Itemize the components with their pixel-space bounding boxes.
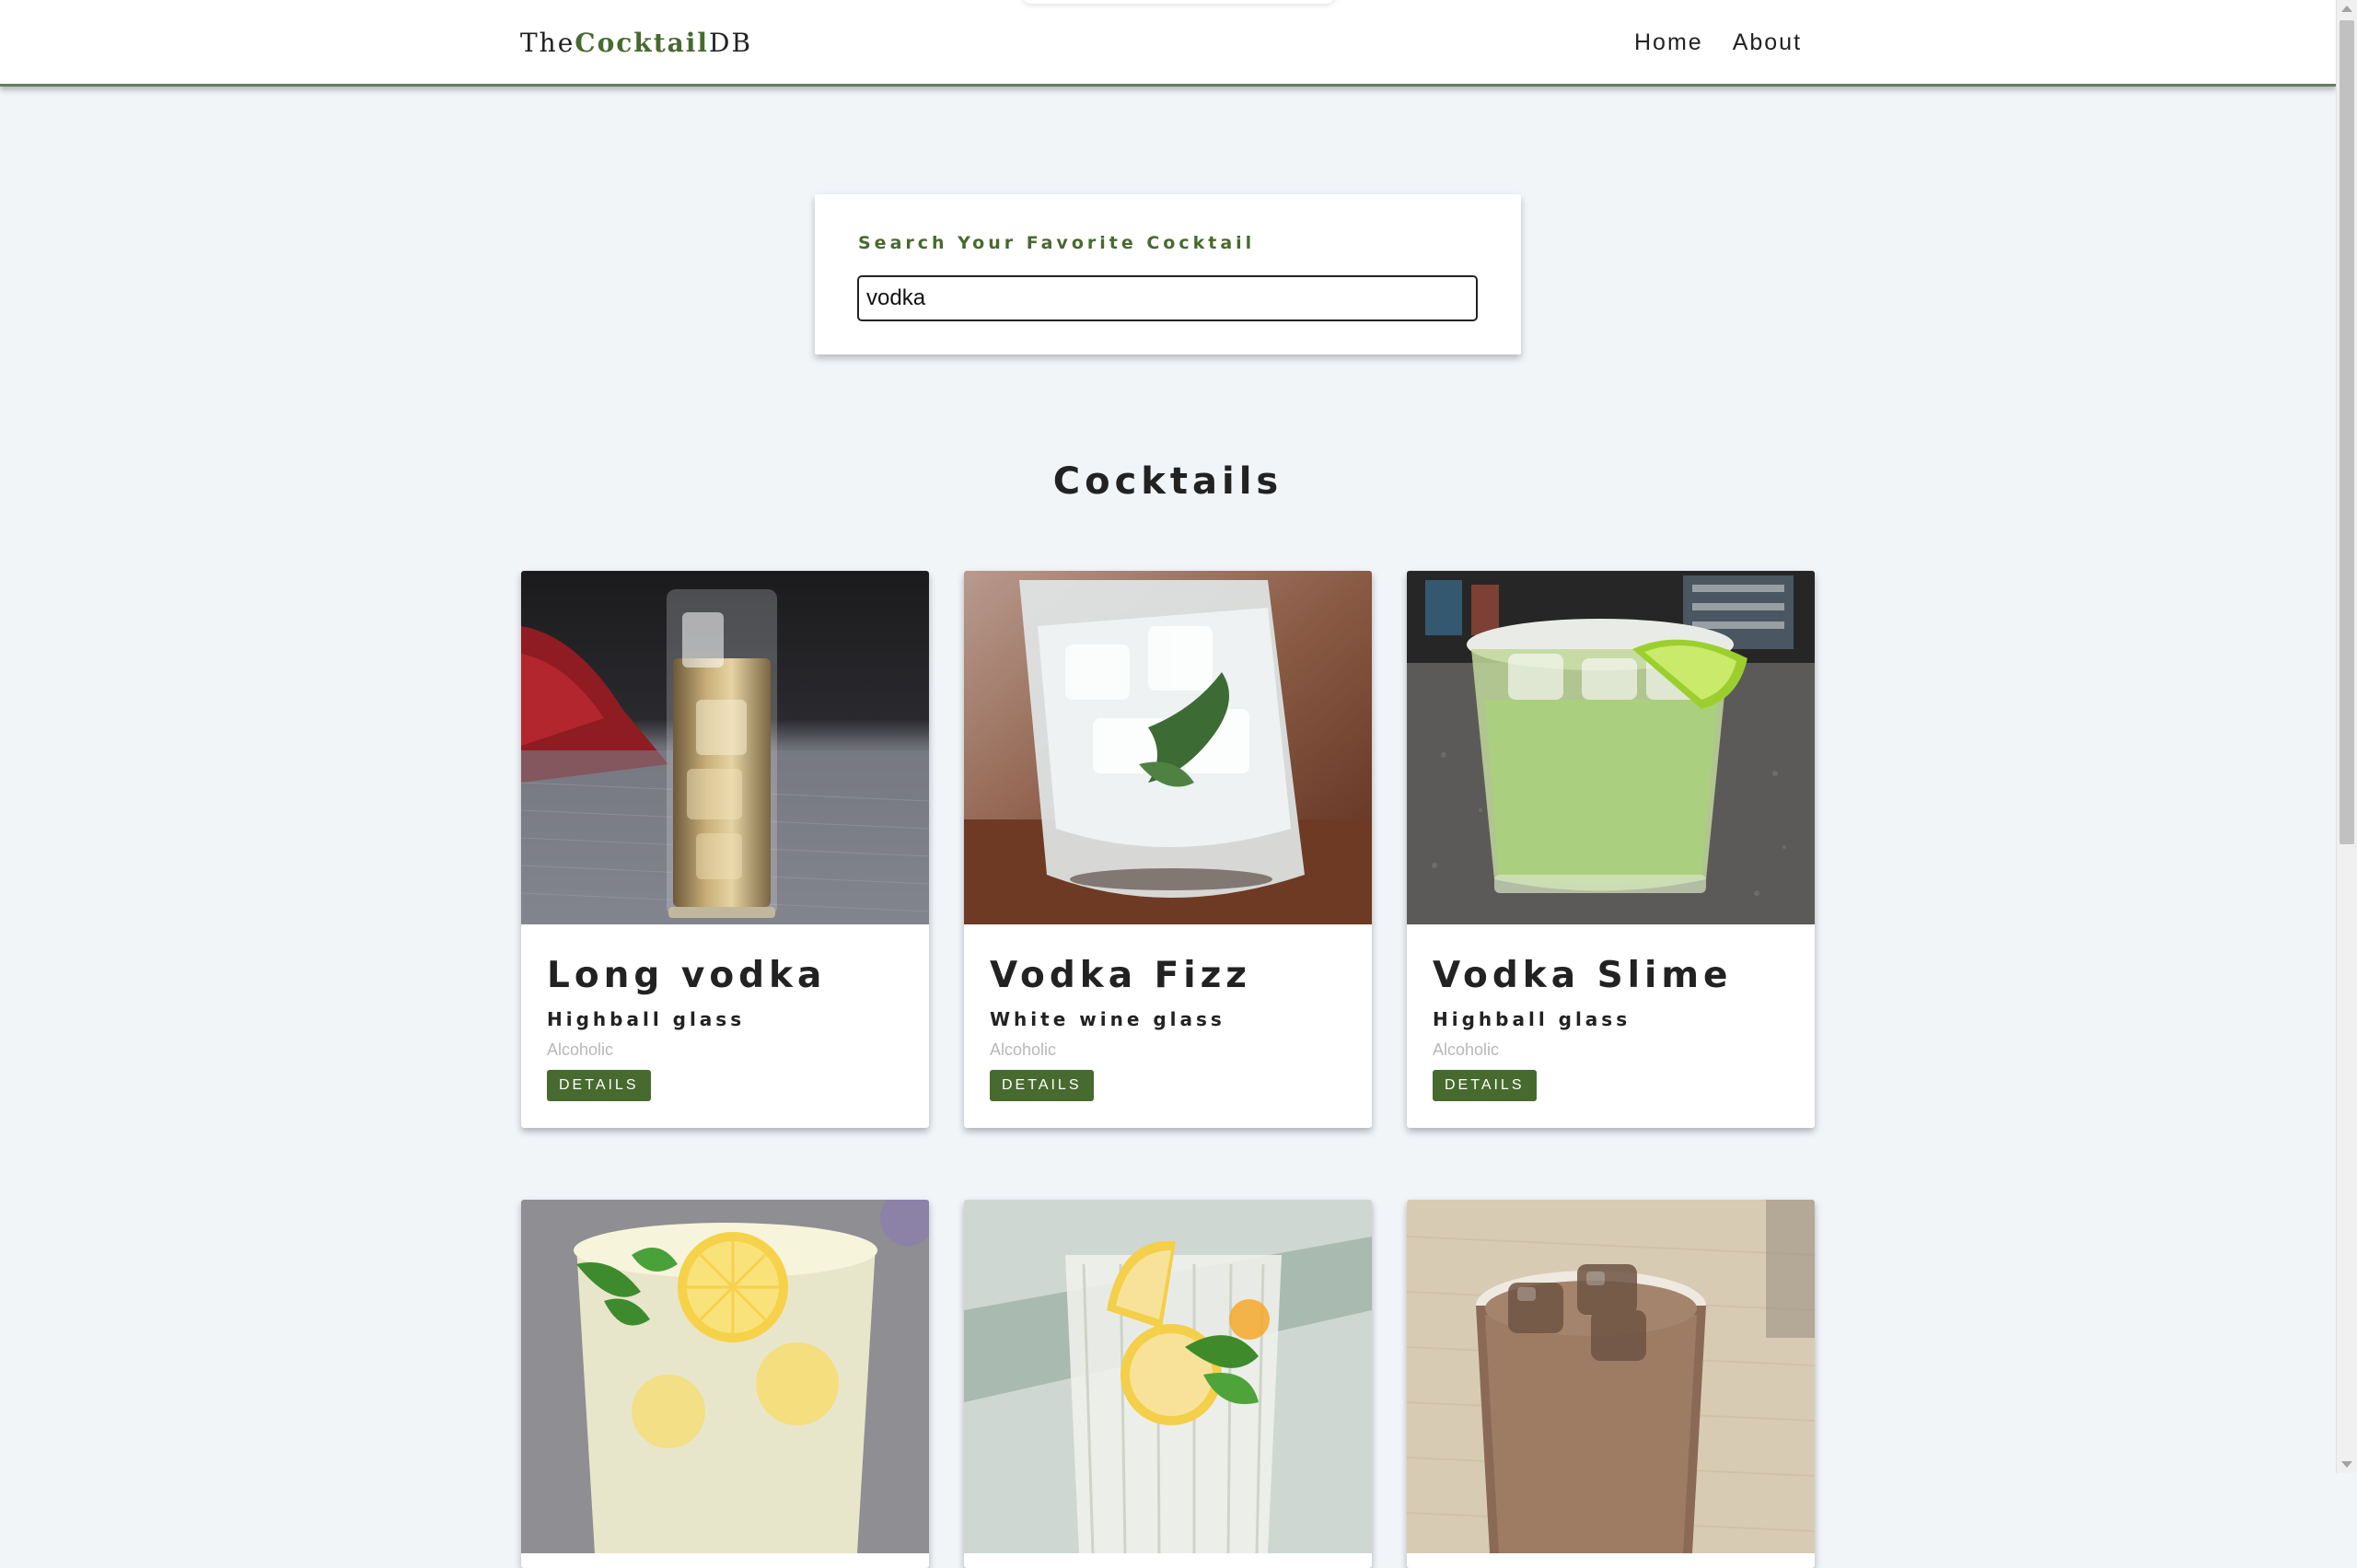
section-title: Cocktails	[1052, 460, 1283, 503]
cocktail-image-vodka-slime	[1407, 571, 1815, 924]
scroll-thumb[interactable]	[2340, 20, 2354, 844]
vertical-scrollbar[interactable]	[2336, 0, 2357, 1473]
search-form: Search Your Favorite Cocktail	[815, 194, 1521, 354]
details-button[interactable]: DETAILS	[547, 1070, 651, 1101]
cocktail-image-long-vodka	[521, 571, 929, 924]
cocktail-image-lemon-drink	[521, 1200, 929, 1553]
cocktail-image-creamy-drink	[1407, 1200, 1815, 1553]
cocktail-alcoholic: Alcoholic	[1433, 1040, 1500, 1059]
nav-link-home[interactable]: Home	[1634, 29, 1703, 56]
logo-suffix: DB	[709, 28, 753, 58]
cocktail-card	[964, 1200, 1372, 1568]
details-button[interactable]: DETAILS	[990, 1070, 1094, 1101]
cocktail-glass: Highball glass	[547, 1008, 746, 1030]
cocktail-glass: Highball glass	[1433, 1008, 1631, 1030]
nav-link-about[interactable]: About	[1733, 29, 1802, 56]
cocktail-image-mojito-style	[964, 1200, 1372, 1553]
scroll-down-icon[interactable]	[2341, 1461, 2352, 1468]
card-footer: Long vodka Highball glass Alcoholic DETA…	[521, 924, 929, 1128]
card-footer: Vodka Slime Highball glass Alcoholic DET…	[1407, 924, 1815, 1128]
cocktail-name: Vodka Slime	[1433, 955, 1733, 996]
scroll-up-icon[interactable]	[2341, 6, 2352, 12]
search-input[interactable]	[857, 275, 1478, 321]
cocktail-glass: White wine glass	[990, 1008, 1225, 1030]
cocktail-name: Long vodka	[547, 955, 827, 996]
nav-notch	[1022, 0, 1335, 4]
cocktail-card	[1407, 1200, 1815, 1568]
cocktail-name: Vodka Fizz	[990, 955, 1251, 996]
navbar: TheCocktailDB Home About	[0, 0, 2336, 87]
logo-prefix: The	[520, 28, 575, 58]
details-button[interactable]: DETAILS	[1433, 1070, 1537, 1101]
search-label: Search Your Favorite Cocktail	[858, 233, 1256, 253]
cocktail-alcoholic: Alcoholic	[547, 1040, 614, 1059]
logo-accent: Cocktail	[575, 28, 710, 58]
cocktail-card: Vodka Slime Highball glass Alcoholic DET…	[1407, 571, 1815, 1128]
nav-links: Home About	[1634, 29, 1802, 56]
card-footer: Vodka Fizz White wine glass Alcoholic DE…	[964, 924, 1372, 1128]
cocktail-alcoholic: Alcoholic	[990, 1040, 1057, 1059]
site-logo[interactable]: TheCocktailDB	[520, 28, 752, 58]
cocktail-card: Vodka Fizz White wine glass Alcoholic DE…	[964, 571, 1372, 1128]
cocktail-image-vodka-fizz	[964, 571, 1372, 924]
cocktail-card	[521, 1200, 929, 1568]
cocktail-card: Long vodka Highball glass Alcoholic DETA…	[521, 571, 929, 1128]
